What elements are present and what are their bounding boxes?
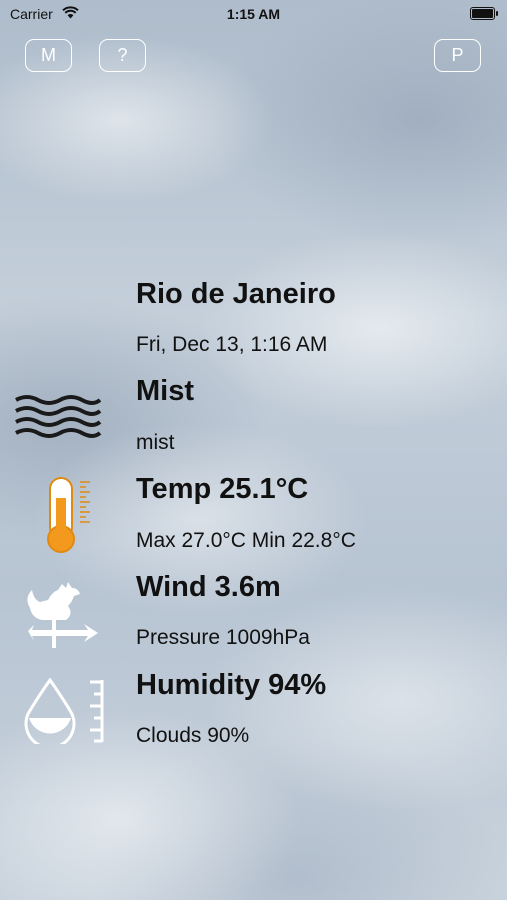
battery-icon	[470, 7, 498, 20]
date-time: Fri, Dec 13, 1:16 AM	[136, 333, 328, 356]
thermometer-icon	[47, 477, 90, 553]
temperature-title: Temp 25.1°C	[136, 473, 309, 505]
condition-detail: mist	[136, 431, 175, 454]
temperature-range: Max 27.0°C Min 22.8°C	[136, 529, 356, 552]
status-bar: Carrier 1:15 AM	[0, 0, 507, 28]
profile-button[interactable]: P	[434, 39, 481, 72]
wind-title: Wind 3.6m	[136, 571, 281, 603]
mist-icon	[15, 395, 102, 438]
city-name: Rio de Janeiro	[136, 278, 336, 310]
humidity-drop-icon	[24, 678, 104, 744]
humidity-title: Humidity 94%	[136, 669, 327, 701]
clouds-value: Clouds 90%	[136, 724, 250, 747]
weathervane-rooster-icon	[27, 582, 98, 648]
map-button[interactable]: M	[25, 39, 72, 72]
pressure-value: Pressure 1009hPa	[136, 626, 310, 649]
help-button[interactable]: ?	[99, 39, 146, 72]
status-time: 1:15 AM	[226, 6, 281, 22]
condition-title: Mist	[136, 375, 194, 407]
